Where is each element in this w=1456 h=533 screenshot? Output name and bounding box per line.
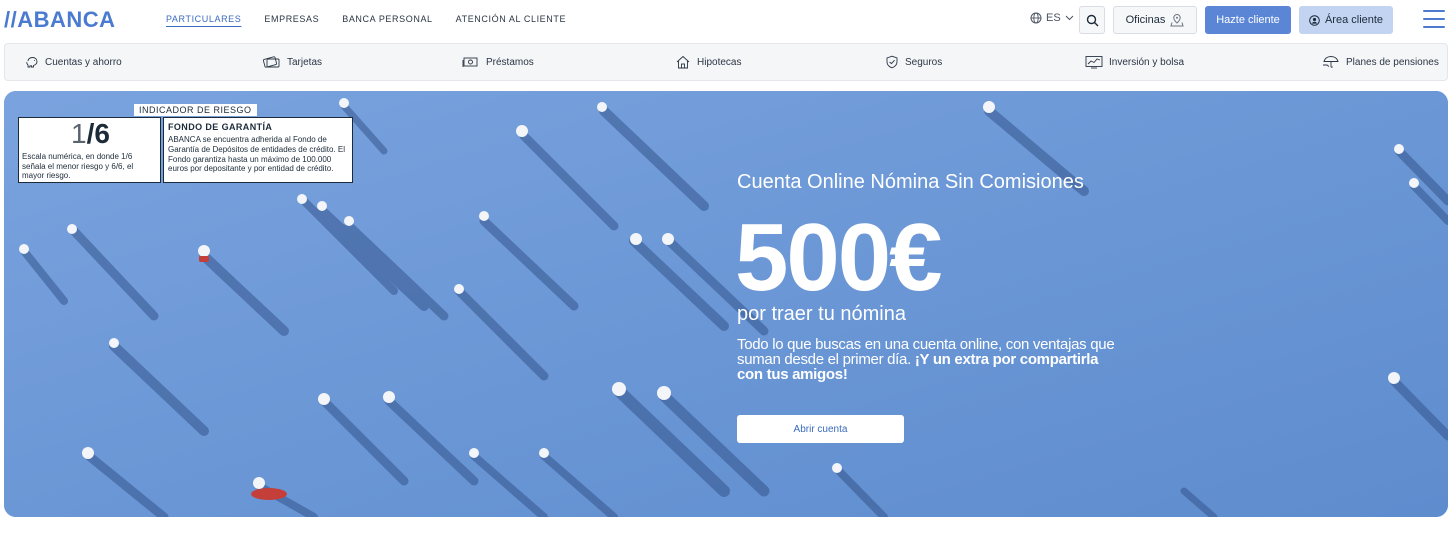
category-hipotecas[interactable]: Hipotecas	[675, 44, 741, 80]
oficinas-label: Oficinas	[1125, 14, 1166, 26]
nav-particulares[interactable]: PARTICULARES	[166, 14, 241, 24]
category-label: Préstamos	[486, 56, 534, 68]
hero-subtitle: Cuenta Online Nómina Sin Comisiones	[737, 171, 1084, 193]
chevron-down-icon	[1065, 15, 1074, 21]
piggy-bank-icon	[26, 57, 38, 68]
abrir-cuenta-button[interactable]: Abrir cuenta	[737, 415, 904, 443]
category-label: Cuentas y ahorro	[45, 56, 122, 68]
hero-tagline: por traer tu nómina	[737, 303, 906, 325]
risk-indicator-label: INDICADOR DE RIESGO	[134, 104, 257, 116]
site-header: //ABANCA PARTICULARES EMPRESAS BANCA PER…	[0, 0, 1456, 40]
language-selector[interactable]: ES	[1030, 12, 1074, 24]
house-icon	[676, 55, 690, 69]
category-cuentas-ahorro[interactable]: Cuentas y ahorro	[25, 44, 122, 80]
risk-value: 1/6	[19, 119, 162, 149]
fondo-garantia-box: FONDO DE GARANTÍA ABANCA se encuentra ad…	[163, 117, 353, 183]
hero-description: Todo lo que buscas en una cuenta online,…	[737, 337, 1117, 382]
nav-banca-personal[interactable]: BANCA PERSONAL	[342, 14, 432, 24]
category-planes-pensiones[interactable]: Planes de pensiones	[1322, 44, 1439, 80]
category-label: Hipotecas	[697, 56, 742, 68]
top-nav: PARTICULARES EMPRESAS BANCA PERSONAL ATE…	[166, 14, 589, 24]
chart-icon	[1085, 56, 1103, 69]
money-icon	[462, 57, 478, 67]
area-cliente-label: Área cliente	[1324, 14, 1384, 26]
category-inversion-bolsa[interactable]: Inversión y bolsa	[1085, 44, 1184, 80]
risk-value-denominator: /6	[86, 118, 110, 149]
category-prestamos[interactable]: Préstamos	[462, 44, 534, 80]
search-icon	[1086, 14, 1098, 26]
category-label: Tarjetas	[287, 56, 323, 68]
hero-amount: 500€	[735, 204, 943, 311]
category-label: Planes de pensiones	[1346, 56, 1439, 68]
card-icon	[263, 56, 280, 68]
hazte-cliente-button[interactable]: Hazte cliente	[1205, 6, 1291, 34]
user-icon	[1309, 14, 1320, 26]
risk-indicator-box: 1/6 Escala numérica, en donde 1/6 señala…	[18, 117, 161, 183]
category-tarjetas[interactable]: Tarjetas	[263, 44, 322, 80]
category-label: Seguros	[905, 56, 943, 68]
fondo-title: FONDO DE GARANTÍA	[168, 122, 273, 132]
map-pin-icon	[1170, 13, 1185, 27]
nav-atencion-cliente[interactable]: ATENCIÓN AL CLIENTE	[456, 14, 566, 24]
oficinas-button[interactable]: Oficinas	[1113, 6, 1197, 34]
globe-icon	[1030, 12, 1042, 24]
search-button[interactable]	[1079, 6, 1105, 34]
nav-empresas[interactable]: EMPRESAS	[264, 14, 319, 24]
risk-description: Escala numérica, en donde 1/6 señala el …	[22, 152, 134, 180]
fondo-text: ABANCA se encuentra adherida al Fondo de…	[168, 135, 345, 174]
category-seguros[interactable]: Seguros	[885, 44, 942, 80]
umbrella-icon	[1323, 56, 1339, 68]
area-cliente-button[interactable]: Área cliente	[1299, 6, 1393, 34]
abanca-logo[interactable]: //ABANCA	[4, 6, 116, 34]
language-label: ES	[1046, 12, 1061, 24]
menu-icon[interactable]	[1423, 10, 1445, 28]
shield-icon	[886, 55, 898, 69]
risk-value-number: 1	[71, 118, 87, 149]
product-category-bar: Cuentas y ahorro Tarjetas Préstamos Hipo…	[4, 43, 1448, 81]
category-label: Inversión y bolsa	[1109, 56, 1185, 68]
hero-banner: INDICADOR DE RIESGO 1/6 Escala numérica,…	[4, 91, 1448, 517]
